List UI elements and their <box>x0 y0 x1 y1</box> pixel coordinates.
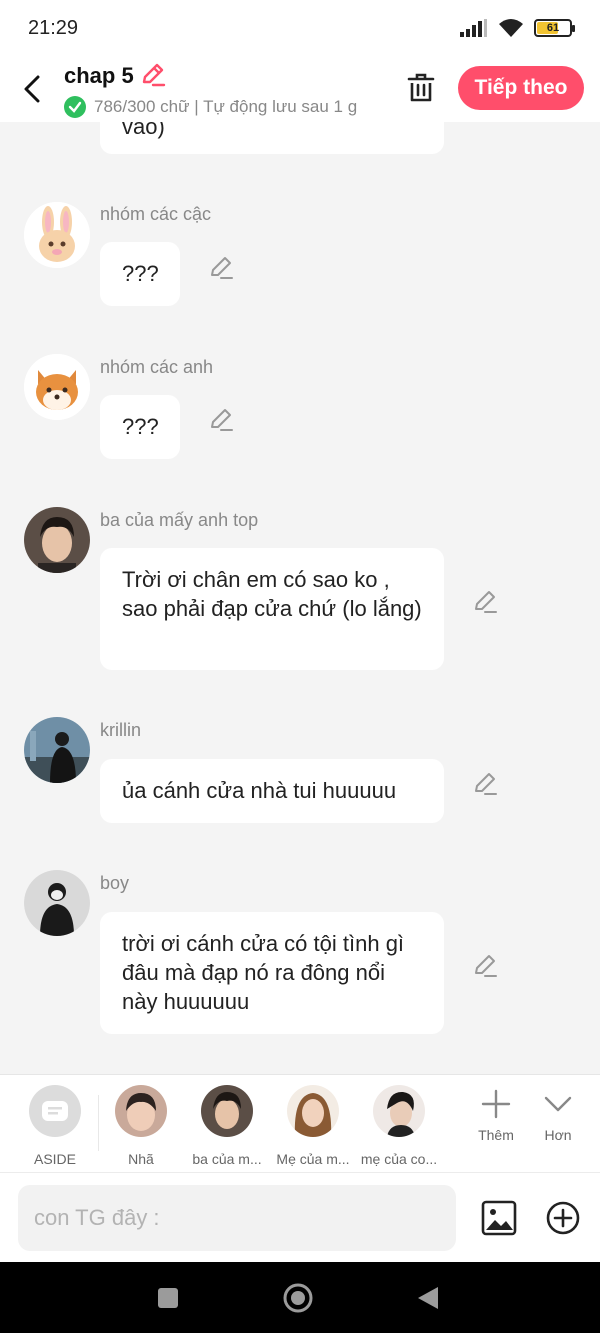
avatar-krillin[interactable] <box>24 717 90 783</box>
chapter-title-block: chap 5 786/300 chữ | Tự động lưu sau 1 g <box>64 61 357 118</box>
message-bubble[interactable]: trời ơi cánh cửa có tội tình gì đâu mà đ… <box>100 912 444 1034</box>
saved-check-icon <box>64 95 86 118</box>
home-circle-icon <box>283 1283 313 1313</box>
avatar-man[interactable] <box>24 507 90 573</box>
edit-message-button[interactable] <box>470 768 500 798</box>
character-avatar <box>115 1085 167 1137</box>
expand-label: Hơn <box>544 1127 572 1143</box>
image-icon <box>481 1200 517 1236</box>
battery-level: 61 <box>546 22 560 34</box>
message-bubble[interactable]: ??? <box>100 242 180 306</box>
message-text: ??? <box>122 414 159 439</box>
insert-image-button[interactable] <box>480 1199 518 1237</box>
character-label: ba của m... <box>192 1151 262 1167</box>
wifi-icon <box>499 19 523 37</box>
character-item[interactable]: Mẹ của m... <box>270 1085 356 1167</box>
message-text: Trời ơi chân em có sao ko , sao phải đạp… <box>122 567 422 621</box>
chat-area[interactable]: vào) nhóm các cậc ??? nhóm các anh ??? b… <box>0 122 600 1074</box>
message-text: ??? <box>122 261 159 286</box>
avatar-shiba[interactable] <box>24 354 90 420</box>
character-avatar <box>373 1085 425 1137</box>
signal-icon <box>460 19 487 37</box>
square-icon <box>158 1288 178 1308</box>
pencil-icon <box>475 773 497 795</box>
recents-button[interactable] <box>150 1280 186 1316</box>
rename-chapter-button[interactable] <box>140 61 166 92</box>
pencil-icon <box>211 409 233 431</box>
add-character-label: Thêm <box>478 1127 514 1143</box>
character-item[interactable]: ba của m... <box>184 1085 270 1167</box>
character-avatar <box>201 1085 253 1137</box>
status-icons: 61 <box>460 18 575 38</box>
chevron-down-icon <box>544 1096 572 1112</box>
status-bar: 21:29 61 <box>0 0 600 56</box>
chevron-left-icon <box>24 75 40 103</box>
character-label: Mẹ của m... <box>276 1151 350 1167</box>
sender-name: ba của mấy anh top <box>100 510 259 530</box>
plus-icon <box>481 1089 511 1119</box>
message-text: trời ơi cánh cửa có tội tình gì đâu mà đ… <box>122 931 405 1014</box>
word-count-autosave: 786/300 chữ | Tự động lưu sau 1 g <box>94 96 358 116</box>
add-character-button[interactable]: Thêm <box>466 1089 526 1143</box>
chapter-title: chap 5 <box>64 63 134 88</box>
avatar-rabbit[interactable] <box>24 202 90 268</box>
plus-circle-icon <box>546 1201 580 1235</box>
character-item[interactable]: Nhã <box>98 1085 184 1167</box>
edit-message-button[interactable] <box>470 950 500 980</box>
aside-icon <box>29 1085 81 1137</box>
next-button[interactable]: Tiếp theo <box>458 66 584 110</box>
pencil-icon <box>475 591 497 613</box>
character-item[interactable]: mẹ của co... <box>356 1085 442 1167</box>
delete-button[interactable] <box>402 68 440 108</box>
message-text: ủa cánh cửa nhà tui huuuuu <box>122 778 397 803</box>
pencil-icon <box>475 955 497 977</box>
message-bubble[interactable]: vào) <box>100 122 444 154</box>
message-bubble[interactable]: ??? <box>100 395 180 459</box>
back-nav-button[interactable] <box>410 1280 446 1316</box>
system-nav-bar <box>0 1262 600 1333</box>
avatar-boy[interactable] <box>24 870 90 936</box>
back-button[interactable] <box>0 56 64 122</box>
sender-name: nhóm các anh <box>100 357 214 377</box>
message-text: vào) <box>122 122 165 139</box>
character-label: mẹ của co... <box>360 1151 438 1167</box>
status-time: 21:29 <box>28 16 79 39</box>
trash-icon <box>407 73 435 102</box>
pencil-icon <box>211 257 233 279</box>
sender-name: krillin <box>100 720 142 740</box>
expand-button[interactable]: Hơn <box>528 1089 588 1143</box>
pencil-icon <box>142 63 165 86</box>
add-button[interactable] <box>544 1199 582 1237</box>
triangle-back-icon <box>418 1287 438 1309</box>
character-label: Nhã <box>128 1151 154 1167</box>
sender-name: boy <box>100 873 130 893</box>
character-picker: ASIDE Nhã ba của m... Mẹ của m... mẹ của… <box>0 1074 600 1172</box>
character-aside[interactable]: ASIDE <box>12 1085 98 1167</box>
message-bubble[interactable]: Trời ơi chân em có sao ko , sao phải đạp… <box>100 548 444 670</box>
battery-icon: 61 <box>534 19 575 37</box>
edit-message-button[interactable] <box>206 252 236 282</box>
edit-message-button[interactable] <box>470 586 500 616</box>
editor-header: chap 5 786/300 chữ | Tự động lưu sau 1 g… <box>0 56 600 122</box>
sender-name: nhóm các cậc <box>100 204 212 224</box>
message-input[interactable] <box>18 1185 456 1251</box>
home-button[interactable] <box>280 1280 316 1316</box>
character-avatar <box>287 1085 339 1137</box>
message-bubble[interactable]: ủa cánh cửa nhà tui huuuuu <box>100 759 444 823</box>
edit-message-button[interactable] <box>206 404 236 434</box>
character-label: ASIDE <box>33 1151 76 1167</box>
composer-bar <box>0 1172 600 1262</box>
